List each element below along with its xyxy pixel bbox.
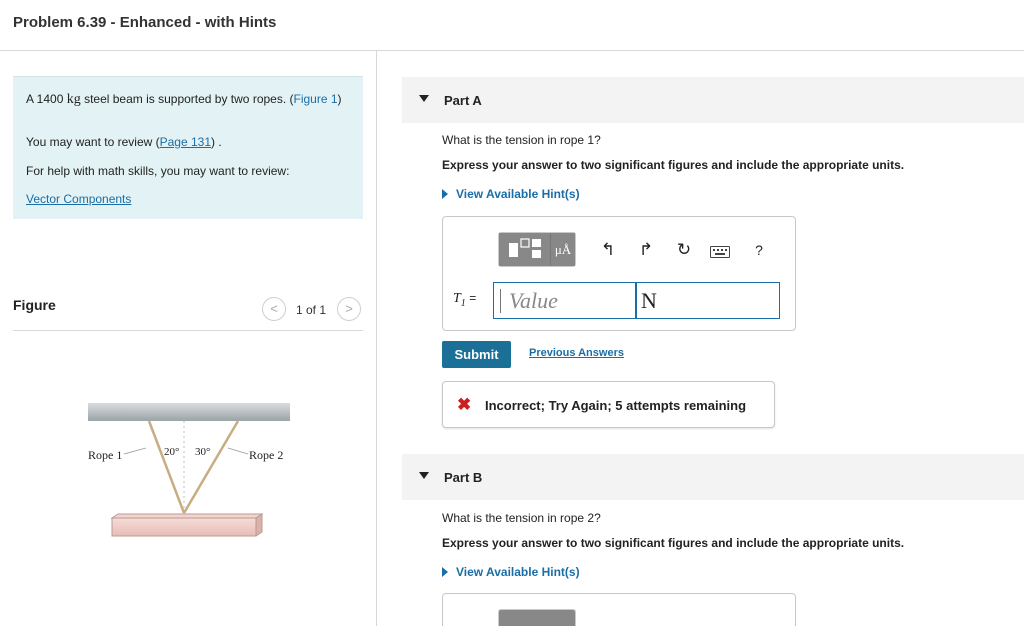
- part-b-hint-toggle[interactable]: View Available Hint(s): [442, 565, 580, 579]
- caret-right-icon: [442, 567, 448, 577]
- angle-1-label: 20°: [164, 446, 179, 458]
- feedback-message: Incorrect; Try Again; 5 attempts remaini…: [485, 398, 747, 413]
- rope-1-label-leader: [123, 447, 147, 455]
- vector-components-link[interactable]: Vector Components: [26, 192, 131, 206]
- rope-2: [182, 420, 240, 514]
- intro-mass-unit: kg: [66, 92, 81, 107]
- steel-beam: [111, 517, 257, 537]
- intro-mass-value: A 1400: [26, 92, 64, 106]
- part-a-instruction: Express your answer to two significant f…: [442, 158, 905, 172]
- variable-symbol: T: [453, 291, 461, 306]
- help-button[interactable]: ?: [748, 239, 770, 261]
- review-prefix: You may want to review (: [26, 135, 160, 149]
- unit-input[interactable]: N: [636, 282, 780, 319]
- value-placeholder: Value: [509, 288, 558, 313]
- part-a-hint-toggle[interactable]: View Available Hint(s): [442, 187, 580, 201]
- page-131-link[interactable]: Page 131: [160, 135, 211, 149]
- figure-prev-button[interactable]: <: [262, 297, 286, 321]
- part-a-question: What is the tension in rope 1?: [442, 133, 601, 147]
- ceiling: [88, 403, 290, 421]
- incorrect-x-icon: ✖: [457, 395, 472, 414]
- templates-button[interactable]: [499, 233, 551, 266]
- beam-rope-figure: Rope 1 Rope 2 20° 30°: [88, 403, 290, 537]
- page-title: Problem 6.39 - Enhanced - with Hints: [13, 14, 277, 31]
- header-divider: [0, 50, 1024, 51]
- angle-2-label: 30°: [195, 446, 210, 458]
- part-b-toolbar-group[interactable]: [498, 609, 576, 626]
- rope-1: [147, 420, 186, 514]
- feedback-box: ✖ Incorrect; Try Again; 5 attempts remai…: [442, 381, 775, 428]
- math-help-text: For help with math skills, you may want …: [26, 164, 290, 178]
- part-b-question: What is the tension in rope 2?: [442, 511, 601, 525]
- problem-intro-box: A 1400 kg steel beam is supported by two…: [13, 76, 363, 219]
- collapse-triangle-icon: [419, 95, 429, 102]
- steel-beam-top: [110, 513, 264, 519]
- previous-answers-link[interactable]: Previous Answers: [529, 347, 624, 359]
- figure-page-count: 1 of 1: [296, 303, 327, 317]
- part-a-answer-panel: μÅ ↰ ↱ ↻ ? T1 = Value N: [442, 216, 796, 331]
- t1-variable-label: T1 =: [453, 291, 476, 309]
- units-button[interactable]: μÅ: [551, 233, 575, 266]
- undo-icon[interactable]: ↰: [597, 239, 619, 261]
- figure-divider: [13, 330, 363, 331]
- column-divider: [376, 51, 377, 626]
- rope-2-label: Rope 2: [249, 448, 283, 462]
- review-line: You may want to review (Page 131) .: [26, 135, 222, 149]
- steel-beam-side: [255, 513, 263, 537]
- math-toolbar-group: μÅ: [498, 232, 576, 267]
- redo-icon[interactable]: ↱: [635, 239, 657, 261]
- intro-close: ): [337, 92, 342, 106]
- part-b-instruction: Express your answer to two significant f…: [442, 536, 905, 550]
- figure-link[interactable]: Figure 1: [294, 92, 338, 106]
- problem-statement: A 1400 kg steel beam is supported by two…: [26, 91, 356, 108]
- text-cursor: [500, 289, 501, 313]
- submit-button[interactable]: Submit: [442, 341, 511, 368]
- caret-right-icon: [442, 189, 448, 199]
- part-b-answer-panel: [442, 593, 796, 626]
- part-b-header[interactable]: Part B: [402, 454, 1024, 500]
- equals-sign: =: [469, 291, 477, 305]
- hint-label: View Available Hint(s): [456, 565, 580, 579]
- value-input[interactable]: Value: [493, 282, 636, 319]
- figure-next-button[interactable]: >: [337, 297, 361, 321]
- keyboard-icon[interactable]: [710, 245, 730, 263]
- review-suffix: ) .: [211, 135, 222, 149]
- reset-icon[interactable]: ↻: [673, 239, 695, 261]
- part-a-title: Part A: [444, 93, 482, 108]
- hint-label: View Available Hint(s): [456, 187, 580, 201]
- figure-heading: Figure: [13, 297, 56, 313]
- intro-text: steel beam is supported by two ropes. (: [84, 92, 294, 106]
- collapse-triangle-icon: [419, 472, 429, 479]
- variable-subscript: 1: [460, 297, 466, 309]
- rope-1-label: Rope 1: [88, 448, 122, 462]
- rope-2-label-leader: [227, 447, 249, 455]
- part-b-title: Part B: [444, 470, 483, 485]
- templates-icon: [509, 238, 541, 258]
- part-a-header[interactable]: Part A: [402, 77, 1024, 123]
